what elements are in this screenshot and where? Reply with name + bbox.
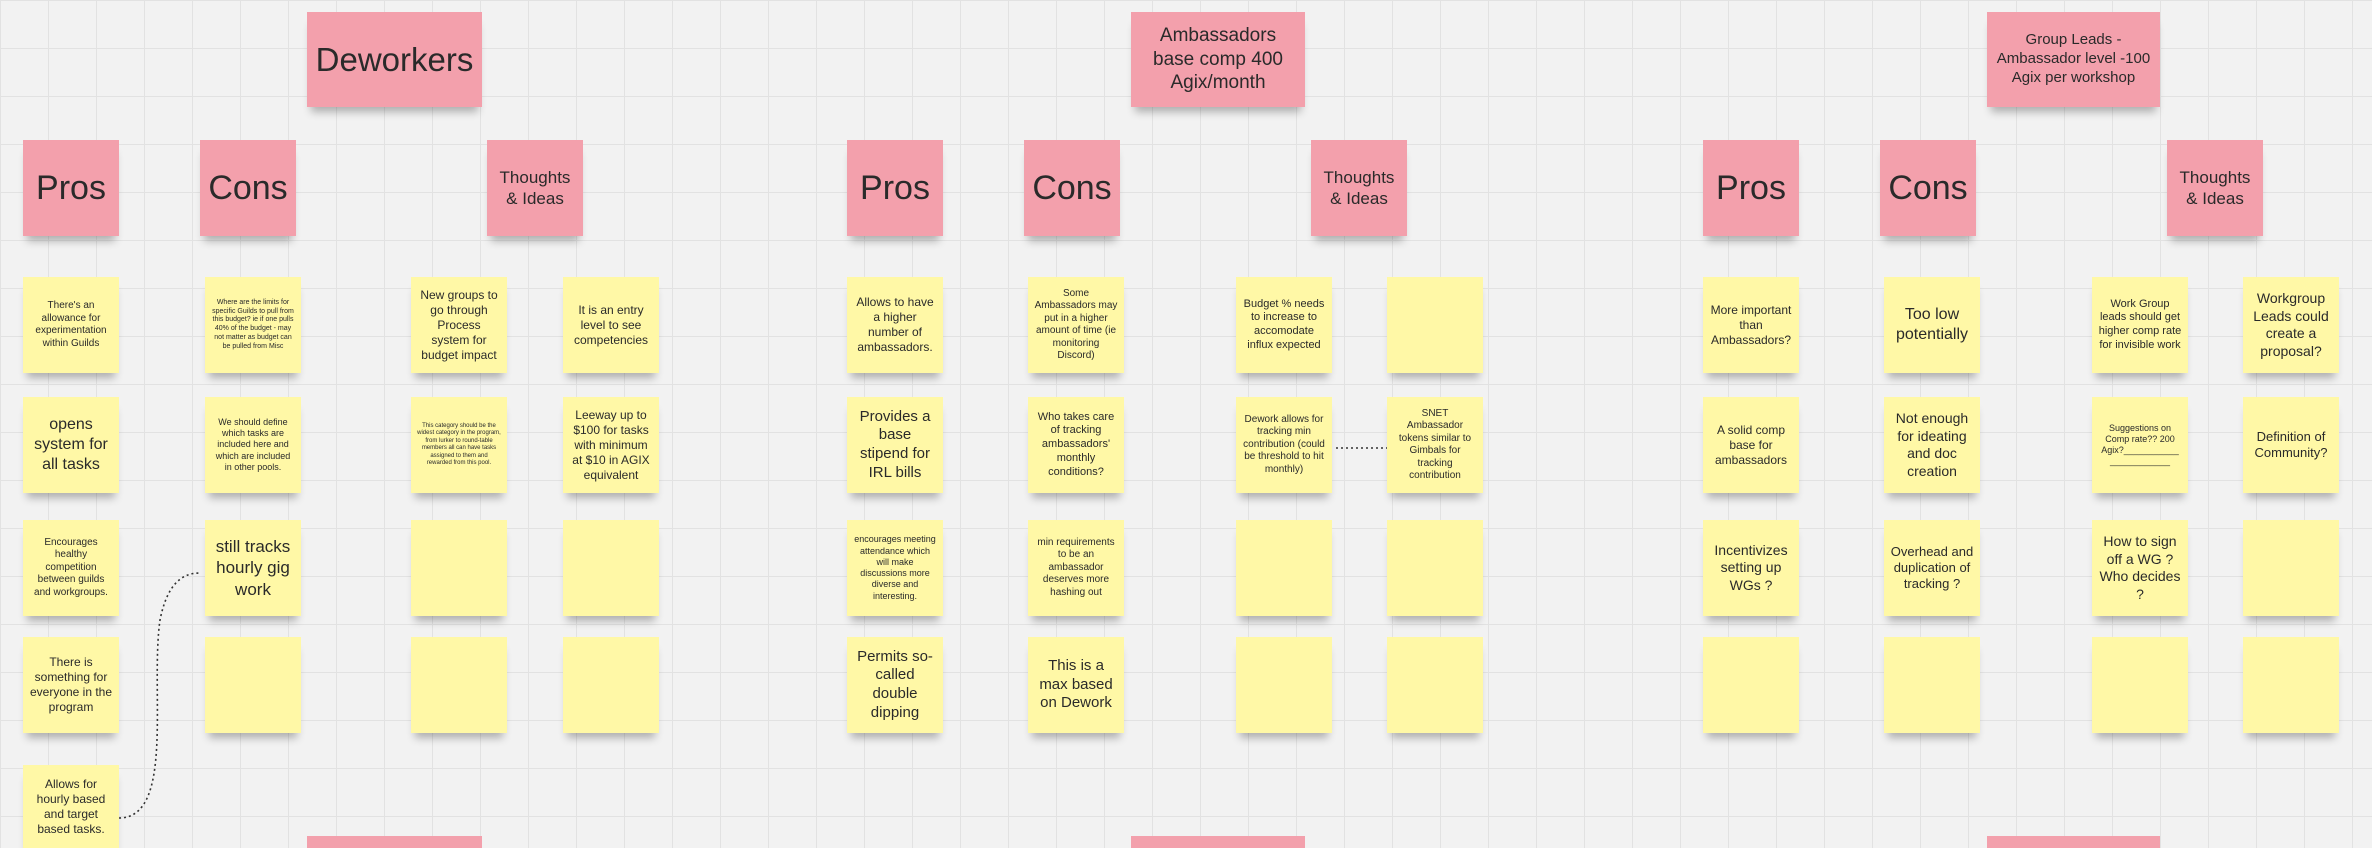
sticky-note[interactable]	[205, 637, 301, 733]
sticky-note[interactable]: This is a max based on Dework	[1028, 637, 1124, 733]
thoughts-header-group-leads[interactable]: Thoughts & Ideas	[2167, 140, 2263, 236]
sticky-note[interactable]	[1387, 277, 1483, 373]
sticky-note[interactable]: New groups to go through Process system …	[411, 277, 507, 373]
pros-header-deworkers[interactable]: Pros	[23, 140, 119, 236]
sticky-note[interactable]: encourages meeting attendance which will…	[847, 520, 943, 616]
section-title-partial[interactable]	[1987, 836, 2160, 848]
cons-header-deworkers[interactable]: Cons	[200, 140, 296, 236]
sticky-note[interactable]: How to sign off a WG ? Who decides ?	[2092, 520, 2188, 616]
sticky-note[interactable]: opens system for all tasks	[23, 397, 119, 493]
sticky-note[interactable]: There's an allowance for experimentation…	[23, 277, 119, 373]
thoughts-header-deworkers[interactable]: Thoughts & Ideas	[487, 140, 583, 236]
sticky-note[interactable]: Who takes care of tracking ambassadors' …	[1028, 397, 1124, 493]
sticky-note[interactable]	[1884, 637, 1980, 733]
sticky-note[interactable]: Permits so-called double dipping	[847, 637, 943, 733]
sticky-note[interactable]: SNET Ambassador tokens similar to Gimbal…	[1387, 397, 1483, 493]
sticky-note[interactable]	[2092, 637, 2188, 733]
sticky-note[interactable]: Budget % needs to increase to accomodate…	[1236, 277, 1332, 373]
sticky-note[interactable]: Incentivizes setting up WGs ?	[1703, 520, 1799, 616]
sticky-note[interactable]	[2243, 520, 2339, 616]
sticky-note[interactable]: It is an entry level to see competencies	[563, 277, 659, 373]
section-title-partial[interactable]	[1131, 836, 1305, 848]
sticky-note[interactable]: Suggestions on Comp rate?? 200 Agix?____…	[2092, 397, 2188, 493]
sticky-note[interactable]: Encourages healthy competition between g…	[23, 520, 119, 616]
sticky-note[interactable]: Where are the limits for specific Guilds…	[205, 277, 301, 373]
sticky-note[interactable]: We should define which tasks are include…	[205, 397, 301, 493]
sticky-note[interactable]: Dework allows for tracking min contribut…	[1236, 397, 1332, 493]
sticky-note[interactable]	[563, 520, 659, 616]
sticky-note[interactable]: Provides a base stipend for IRL bills	[847, 397, 943, 493]
sticky-note[interactable]	[1387, 637, 1483, 733]
whiteboard-canvas[interactable]: Deworkers Pros Cons Thoughts & Ideas The…	[0, 0, 2372, 848]
sticky-note[interactable]: A solid comp base for ambassadors	[1703, 397, 1799, 493]
cons-header-group-leads[interactable]: Cons	[1880, 140, 1976, 236]
sticky-note[interactable]: Allows for hourly based and target based…	[23, 765, 119, 848]
sticky-note[interactable]: min requirements to be an ambassador des…	[1028, 520, 1124, 616]
sticky-note[interactable]: Allows to have a higher number of ambass…	[847, 277, 943, 373]
sticky-note[interactable]: Too low potentially	[1884, 277, 1980, 373]
sticky-note[interactable]: There is something for everyone in the p…	[23, 637, 119, 733]
sticky-note[interactable]: This category should be the widest categ…	[411, 397, 507, 493]
thoughts-header-ambassadors[interactable]: Thoughts & Ideas	[1311, 140, 1407, 236]
sticky-note[interactable]	[563, 637, 659, 733]
sticky-note[interactable]: Leeway up to $100 for tasks with minimum…	[563, 397, 659, 493]
sticky-note[interactable]: Overhead and duplication of tracking ?	[1884, 520, 1980, 616]
sticky-note[interactable]: Workgroup Leads could create a proposal?	[2243, 277, 2339, 373]
section-title-group-leads[interactable]: Group Leads - Ambassador level -100 Agix…	[1987, 12, 2160, 107]
connector-curve	[118, 572, 201, 819]
sticky-note[interactable]	[1236, 637, 1332, 733]
section-title-partial[interactable]	[307, 836, 482, 848]
cons-header-ambassadors[interactable]: Cons	[1024, 140, 1120, 236]
sticky-note[interactable]: Definition of Community?	[2243, 397, 2339, 493]
sticky-note[interactable]: Work Group leads should get higher comp …	[2092, 277, 2188, 373]
pros-header-ambassadors[interactable]: Pros	[847, 140, 943, 236]
pros-header-group-leads[interactable]: Pros	[1703, 140, 1799, 236]
connector-lines	[118, 447, 1387, 819]
sticky-note[interactable]	[1387, 520, 1483, 616]
sticky-note[interactable]	[411, 637, 507, 733]
sticky-note[interactable]: More important than Ambassadors?	[1703, 277, 1799, 373]
sticky-note[interactable]	[411, 520, 507, 616]
section-title-deworkers[interactable]: Deworkers	[307, 12, 482, 107]
sticky-note[interactable]: Some Ambassadors may put in a higher amo…	[1028, 277, 1124, 373]
sticky-note[interactable]: Not enough for ideating and doc creation	[1884, 397, 1980, 493]
sticky-note[interactable]	[2243, 637, 2339, 733]
sticky-note[interactable]	[1236, 520, 1332, 616]
sticky-note[interactable]: still tracks hourly gig work	[205, 520, 301, 616]
sticky-note[interactable]	[1703, 637, 1799, 733]
section-title-ambassadors[interactable]: Ambassadors base comp 400 Agix/month	[1131, 12, 1305, 107]
